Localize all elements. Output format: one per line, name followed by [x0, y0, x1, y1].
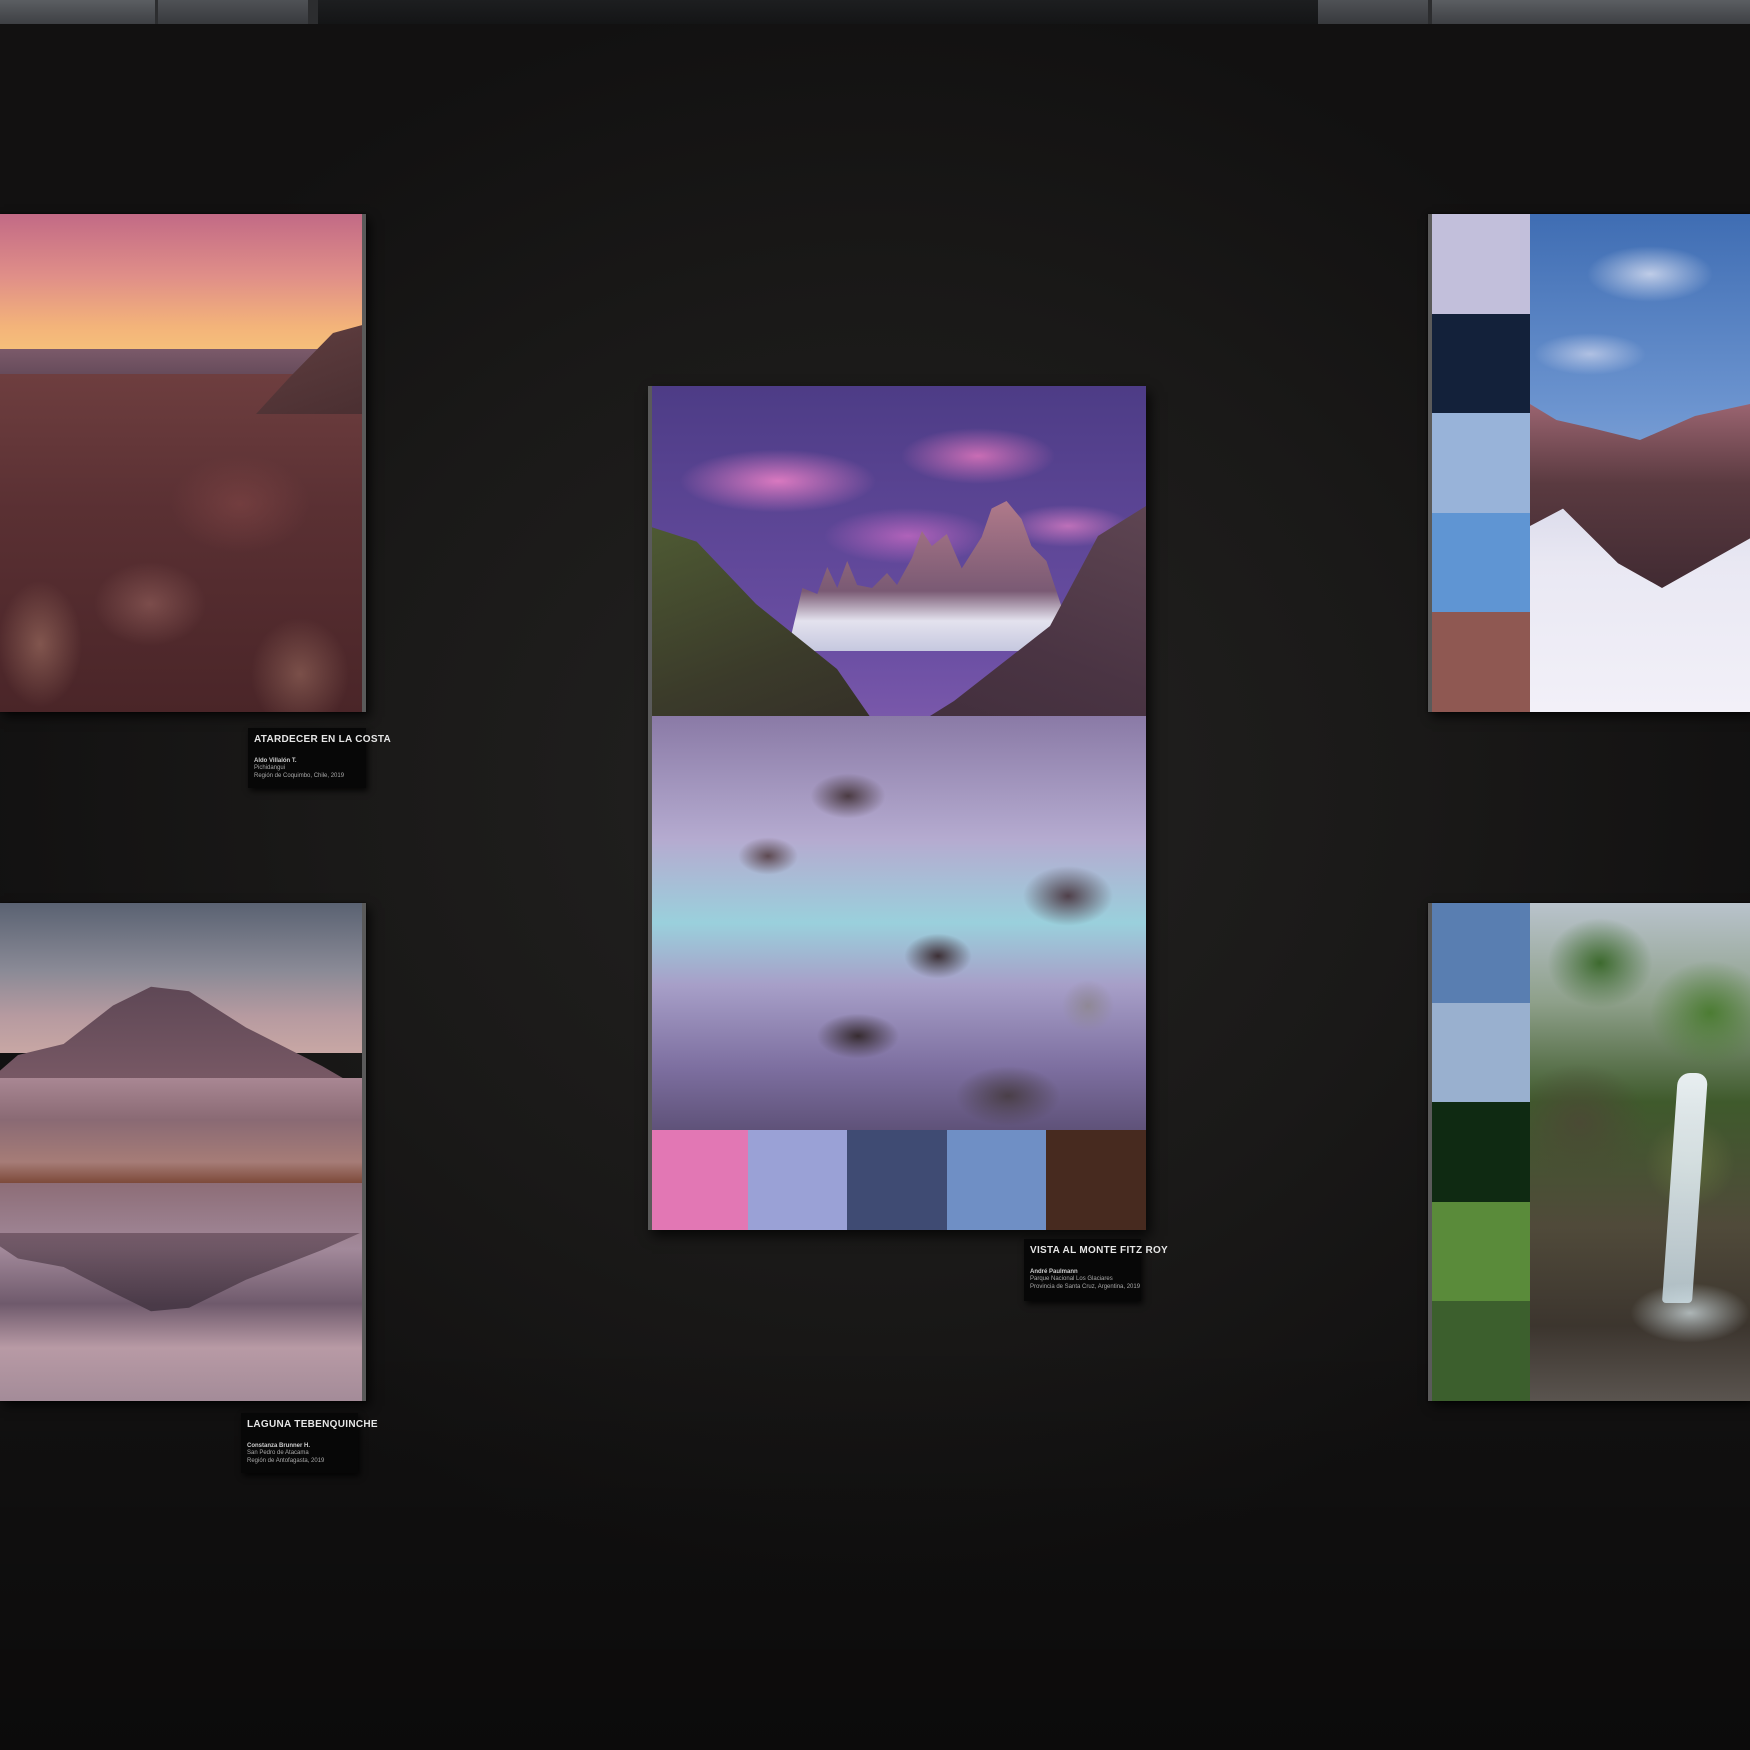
palette-swatch	[1432, 903, 1530, 1003]
artwork-location-line: Pichidangui	[254, 765, 286, 771]
palette-swatch	[847, 1130, 947, 1230]
palette-swatch	[1432, 1102, 1530, 1202]
palette-swatch	[1432, 313, 1530, 414]
artwork-vista-al-monte-fitz-roy	[648, 386, 1146, 1230]
artwork-snowy-mountains	[1428, 214, 1750, 712]
artwork-location-line: Región de Antofagasta, 2019	[247, 1458, 325, 1464]
artwork-title: LAGUNA TEBENQUINCHE	[247, 1419, 378, 1430]
palette-swatch	[1432, 1201, 1530, 1302]
artwork-waterfall	[1428, 903, 1750, 1401]
photo-sky	[0, 214, 366, 354]
palette-swatch	[648, 1130, 748, 1230]
color-palette-horizontal	[648, 1130, 1146, 1230]
palette-swatch	[946, 1130, 1047, 1230]
artwork-location-line: Región de Coquimbo, Chile, 2019	[254, 773, 345, 779]
palette-swatch	[1432, 1301, 1530, 1401]
artwork-title: ATARDECER EN LA COSTA	[254, 734, 392, 745]
palette-swatch	[747, 1130, 848, 1230]
color-palette-vertical	[1432, 214, 1530, 712]
photo-snowy-mountains	[1530, 214, 1750, 712]
photo-mist	[1630, 1283, 1750, 1343]
artwork-location-line: Provincia de Santa Cruz, Argentina, 2019	[1030, 1284, 1141, 1290]
palette-swatch	[1432, 1002, 1530, 1103]
photo-cactus-field	[0, 374, 366, 712]
ceiling-fixture	[0, 0, 1750, 24]
artwork-atardecer-en-la-costa	[0, 214, 366, 712]
ceiling-light-panel	[1318, 0, 1428, 24]
photo-fitz-roy	[648, 386, 1146, 1130]
artwork-location-line: San Pedro de Atacama	[247, 1450, 309, 1456]
color-palette-vertical	[1432, 903, 1530, 1401]
palette-swatch	[1432, 413, 1530, 513]
palette-swatch	[1432, 214, 1530, 314]
artwork-title: VISTA AL MONTE FITZ ROY	[1030, 1245, 1169, 1256]
photo-waterfall	[1530, 903, 1750, 1401]
ceiling-light-panel	[1432, 0, 1750, 24]
ceiling-light-panel	[158, 0, 308, 24]
ceiling-beam	[318, 0, 1318, 24]
photo-river	[648, 716, 1146, 1130]
palette-swatch	[1046, 1130, 1146, 1230]
artwork-label-fitz-roy: VISTA AL MONTE FITZ ROY André Paulmann P…	[1024, 1239, 1169, 1301]
palette-swatch	[1432, 612, 1530, 712]
artwork-label-laguna: LAGUNA TEBENQUINCHE Constanza Brunner H.…	[241, 1413, 378, 1473]
artwork-location-line: Parque Nacional Los Glaciares	[1030, 1276, 1113, 1282]
artwork-label-atardecer: ATARDECER EN LA COSTA Aldo Villalón T. P…	[248, 728, 392, 788]
ceiling-light-panel	[0, 0, 155, 24]
photo-plain	[0, 1078, 366, 1183]
palette-swatch	[1432, 512, 1530, 613]
artwork-laguna-tebenquinche	[0, 903, 366, 1401]
